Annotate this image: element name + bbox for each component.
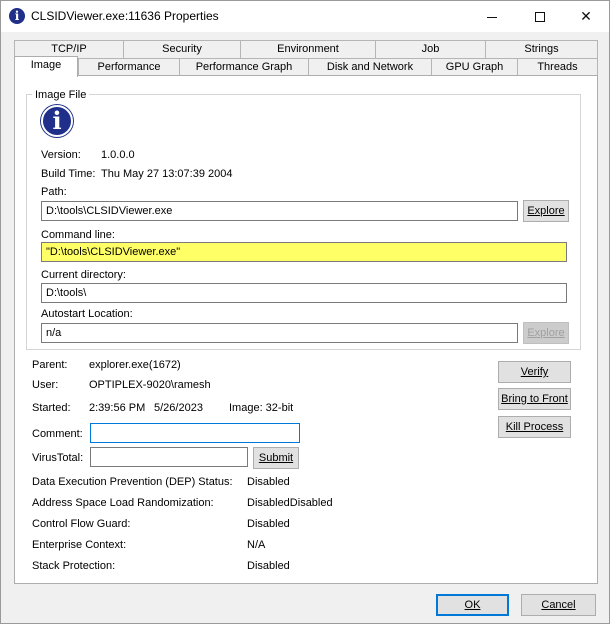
current-directory-field[interactable]: D:\tools\ xyxy=(41,283,567,303)
aslr-value: DisabledDisabled xyxy=(247,497,333,509)
started-date: 5/26/2023 xyxy=(154,402,203,414)
tab-performance[interactable]: Performance xyxy=(78,58,180,76)
close-button[interactable]: ✕ xyxy=(563,1,609,32)
parent-value: explorer.exe(1672) xyxy=(89,359,181,371)
cfg-label: Control Flow Guard: xyxy=(32,518,131,530)
virustotal-label: VirusTotal: xyxy=(32,452,84,464)
verify-button[interactable]: Verify xyxy=(498,361,571,383)
minimize-icon xyxy=(487,16,497,18)
kill-process-label: Kill Process xyxy=(505,421,564,433)
started-label: Started: xyxy=(32,402,71,414)
version-value: 1.0.0.0 xyxy=(101,149,135,161)
command-line-field[interactable]: "D:\tools\CLSIDViewer.exe" xyxy=(41,242,567,262)
dep-status-value: Disabled xyxy=(247,476,290,488)
bring-to-front-button[interactable]: Bring to Front xyxy=(498,388,571,410)
tab-threads[interactable]: Threads xyxy=(517,58,598,76)
autostart-location-label: Autostart Location: xyxy=(41,308,133,320)
info-icon: i xyxy=(9,8,25,24)
tab-strings[interactable]: Strings xyxy=(485,40,598,58)
version-label: Version: xyxy=(41,149,81,161)
comment-label: Comment: xyxy=(32,428,83,440)
stack-protection-value: Disabled xyxy=(247,560,290,572)
path-field[interactable]: D:\tools\CLSIDViewer.exe xyxy=(41,201,518,221)
title-bar: i CLSIDViewer.exe:11636 Properties ✕ xyxy=(1,1,609,32)
explore-autostart-label: Explore xyxy=(527,327,565,339)
virustotal-field[interactable] xyxy=(90,447,248,467)
comment-input[interactable] xyxy=(90,423,300,443)
enterprise-context-label: Enterprise Context: xyxy=(32,539,127,551)
bring-to-front-label: Bring to Front xyxy=(501,393,568,405)
tab-environment[interactable]: Environment xyxy=(240,40,376,58)
path-label: Path: xyxy=(41,186,67,198)
kill-process-button[interactable]: Kill Process xyxy=(498,416,571,438)
aslr-label: Address Space Load Randomization: xyxy=(32,497,214,509)
cfg-value: Disabled xyxy=(247,518,290,530)
ok-button-label: OK xyxy=(464,599,481,611)
enterprise-context-value: N/A xyxy=(247,539,266,551)
application-info-icon: i xyxy=(41,105,73,137)
tab-image[interactable]: Image xyxy=(14,56,78,77)
autostart-location-field[interactable]: n/a xyxy=(41,323,518,343)
tab-security[interactable]: Security xyxy=(123,40,241,58)
verify-button-label: Verify xyxy=(520,366,549,378)
maximize-icon xyxy=(535,12,545,23)
cancel-button-label: Cancel xyxy=(541,599,576,611)
user-value: OPTIPLEX-9020\ramesh xyxy=(89,379,211,391)
minimize-button[interactable] xyxy=(469,1,515,32)
current-directory-label: Current directory: xyxy=(41,269,126,281)
submit-button-label: Submit xyxy=(258,452,294,464)
image-bitness: Image: 32-bit xyxy=(229,402,294,414)
tab-gpu-graph[interactable]: GPU Graph xyxy=(431,58,518,76)
build-time-label: Build Time: xyxy=(41,168,96,180)
cancel-button[interactable]: Cancel xyxy=(521,594,596,616)
stack-protection-label: Stack Protection: xyxy=(32,560,116,572)
image-file-group-label: Image File xyxy=(32,89,90,101)
dep-status-label: Data Execution Prevention (DEP) Status: xyxy=(32,476,233,488)
maximize-button[interactable] xyxy=(517,1,563,32)
parent-label: Parent: xyxy=(32,359,68,371)
ok-button[interactable]: OK xyxy=(436,594,509,616)
build-time-value: Thu May 27 13:07:39 2004 xyxy=(101,168,233,180)
command-line-label: Command line: xyxy=(41,229,115,241)
properties-window: i CLSIDViewer.exe:11636 Properties ✕ TCP… xyxy=(0,0,610,624)
window-title: CLSIDViewer.exe:11636 Properties xyxy=(31,9,219,23)
tab-performance-graph[interactable]: Performance Graph xyxy=(179,58,309,76)
started-time: 2:39:56 PM xyxy=(89,402,146,414)
tab-disk-and-network[interactable]: Disk and Network xyxy=(308,58,432,76)
user-label: User: xyxy=(32,379,59,391)
explore-autostart-button[interactable]: Explore xyxy=(523,322,569,344)
explore-button[interactable]: Explore xyxy=(523,200,569,222)
submit-button[interactable]: Submit xyxy=(253,447,299,469)
explore-button-label: Explore xyxy=(527,205,565,217)
tab-job[interactable]: Job xyxy=(375,40,486,58)
